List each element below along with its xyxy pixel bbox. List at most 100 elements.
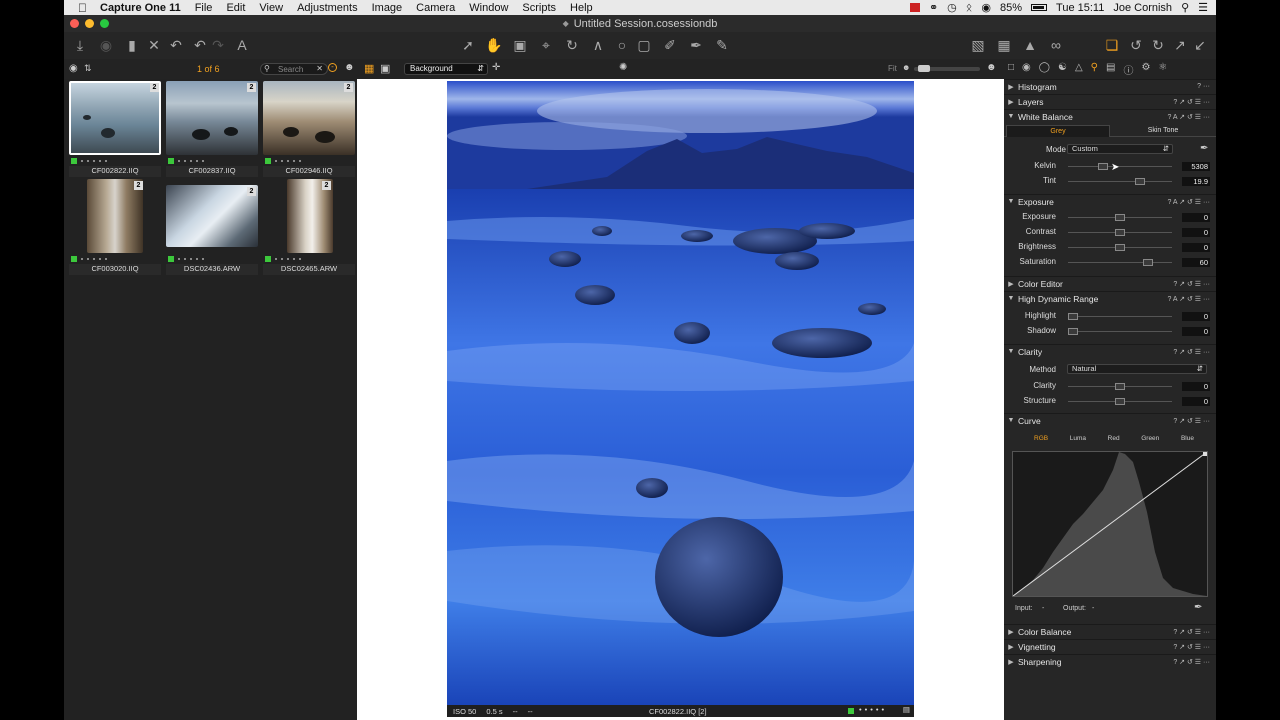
color-tag[interactable]: [265, 256, 271, 262]
adjustment-slider-knob[interactable]: [1115, 398, 1125, 405]
grid-icon[interactable]: ▦: [996, 37, 1012, 53]
rating-row[interactable]: [263, 255, 355, 263]
adjustment-slider-knob[interactable]: [1068, 313, 1078, 320]
zoom-slider-knob[interactable]: [918, 65, 930, 72]
single-view-icon[interactable]: ▣: [380, 62, 390, 75]
tool-header-icons[interactable]: ? ↗ ↺ ☰ ···: [1173, 417, 1216, 425]
curve-graph[interactable]: [1012, 451, 1208, 597]
color-tag[interactable]: [168, 158, 174, 164]
tab-skin-tone[interactable]: Skin Tone: [1112, 125, 1214, 137]
minimize-window-button[interactable]: [85, 19, 94, 28]
adjustment-value[interactable]: 0: [1182, 397, 1210, 406]
rotate-icon[interactable]: ↻: [564, 37, 580, 53]
sort-icon[interactable]: ⇅: [84, 63, 92, 74]
proof-glasses-icon[interactable]: ∞: [1048, 37, 1064, 53]
wifi-icon[interactable]: ◉: [981, 1, 991, 14]
rating-row[interactable]: [69, 255, 161, 263]
rating-dots[interactable]: •••••: [859, 705, 887, 714]
adjustment-slider-knob[interactable]: [1143, 259, 1153, 266]
thumbnail[interactable]: 2 DSC02465.ARW: [263, 179, 355, 275]
menu-image[interactable]: Image: [365, 2, 410, 14]
close-window-button[interactable]: [70, 19, 79, 28]
rating-row[interactable]: [69, 157, 161, 165]
tab-curve-rgb[interactable]: RGB: [1034, 435, 1048, 445]
metadata-tab-icon[interactable]: ⓘ: [1123, 62, 1133, 77]
color-tag[interactable]: [265, 158, 271, 164]
thumbnail-image[interactable]: [166, 81, 258, 155]
tab-curve-green[interactable]: Green: [1141, 435, 1159, 445]
spotlight-icon[interactable]: ⚲: [1181, 1, 1189, 14]
thumbnail-image[interactable]: [166, 185, 258, 247]
color-tag[interactable]: [71, 256, 77, 262]
output-tab-icon[interactable]: ⚙: [1141, 62, 1150, 76]
tool-header-icons[interactable]: ? A ↗ ↺ ☰ ···: [1167, 295, 1216, 303]
thumbnail-image[interactable]: [263, 81, 355, 155]
adjustment-value[interactable]: 0: [1182, 228, 1210, 237]
adjustment-value[interactable]: 0: [1182, 382, 1210, 391]
clear-search-icon[interactable]: ✕: [316, 64, 323, 73]
filter-minus-icon[interactable]: -: [328, 63, 337, 72]
adjustment-slider[interactable]: [1068, 313, 1172, 320]
time-machine-icon[interactable]: ◷: [947, 1, 957, 14]
notification-center-icon[interactable]: ☰: [1198, 1, 1208, 14]
adjustment-slider[interactable]: [1068, 259, 1172, 266]
eyedropper-icon[interactable]: ✒: [1200, 143, 1208, 154]
color-tag[interactable]: [71, 158, 77, 164]
crop-icon[interactable]: ⌖: [538, 37, 554, 53]
apply-adjustments-icon[interactable]: ↙: [1192, 37, 1208, 53]
vignetting-header[interactable]: ▶ Vignetting ? ↗ ↺ ☰ ···: [1004, 639, 1216, 653]
white-balance-header[interactable]: ▼ White Balance ? A ↗ ↺ ☰ ···: [1004, 109, 1216, 123]
gradient-icon[interactable]: ✒: [688, 37, 704, 53]
apple-icon[interactable]: : [64, 1, 93, 15]
color-tab-icon[interactable]: ☯: [1058, 62, 1067, 76]
annotate-icon[interactable]: ▢: [636, 37, 652, 53]
import-icon[interactable]: ⤓: [72, 37, 88, 53]
warning-icon[interactable]: ▲: [1022, 37, 1038, 53]
adjustment-slider-knob[interactable]: [1115, 214, 1125, 221]
exposure-warning-icon[interactable]: ▧: [970, 37, 986, 53]
rating-row[interactable]: [166, 255, 258, 263]
rating-row[interactable]: [166, 157, 258, 165]
adjustment-slider[interactable]: [1068, 229, 1172, 236]
layer-select[interactable]: Background ⇵: [404, 63, 488, 75]
color-tag[interactable]: [168, 256, 174, 262]
spot-removal-icon[interactable]: ○: [614, 37, 630, 53]
user-filter-icon[interactable]: ☻: [344, 62, 355, 73]
menu-window[interactable]: Window: [462, 2, 515, 14]
tab-curve-blue[interactable]: Blue: [1181, 435, 1194, 445]
adjustment-slider-knob[interactable]: [1115, 383, 1125, 390]
clarity-method-select[interactable]: Natural ⇵: [1067, 364, 1207, 374]
copy-apply-icon[interactable]: ❏: [1104, 37, 1120, 53]
pan-icon[interactable]: ✋: [485, 37, 502, 53]
flag-icon[interactable]: [909, 3, 920, 12]
rotate-right-icon[interactable]: ↻: [1150, 37, 1166, 53]
thumbnail[interactable]: 2 CF003020.IIQ: [69, 179, 161, 275]
main-photo[interactable]: [447, 81, 914, 705]
zoom-window-button[interactable]: [100, 19, 109, 28]
delete-icon[interactable]: ✕: [146, 37, 162, 53]
histogram-header[interactable]: ▶ Histogram ? ···: [1004, 79, 1216, 93]
sharpening-header[interactable]: ▶ Sharpening ? ↗ ↺ ☰ ···: [1004, 654, 1216, 668]
tool-header-icons[interactable]: ? A ↗ ↺ ☰ ···: [1167, 198, 1216, 206]
loupe-icon[interactable]: ▣: [512, 37, 528, 53]
keystone-icon[interactable]: ∧: [590, 37, 606, 53]
redo-icon[interactable]: ↷: [210, 37, 226, 53]
tab-curve-red[interactable]: Red: [1108, 435, 1120, 445]
library-tab-icon[interactable]: □: [1008, 62, 1014, 76]
adjustment-slider-knob[interactable]: [1115, 244, 1125, 251]
tint-value[interactable]: 19.9: [1182, 177, 1210, 186]
adjustment-slider[interactable]: [1068, 214, 1172, 221]
menu-file[interactable]: File: [188, 2, 220, 14]
curve-header[interactable]: ▼ Curve ? ↗ ↺ ☰ ···: [1004, 413, 1216, 427]
exposure-header[interactable]: ▼ Exposure ? A ↗ ↺ ☰ ···: [1004, 194, 1216, 208]
reset-icon[interactable]: ↶: [168, 37, 184, 53]
adjustment-value[interactable]: 0: [1182, 243, 1210, 252]
color-editor-header[interactable]: ▶ Color Editor ? ↗ ↺ ☰ ···: [1004, 276, 1216, 290]
undo-icon[interactable]: ↶: [192, 37, 208, 53]
adjustment-slider-knob[interactable]: [1115, 229, 1125, 236]
tab-grey[interactable]: Grey: [1006, 125, 1110, 137]
grid-view-icon[interactable]: ▦: [364, 62, 374, 75]
text-icon[interactable]: A: [234, 37, 250, 53]
thumbnail-image[interactable]: [287, 179, 333, 253]
capture-tab-icon[interactable]: ◉: [1022, 62, 1031, 76]
